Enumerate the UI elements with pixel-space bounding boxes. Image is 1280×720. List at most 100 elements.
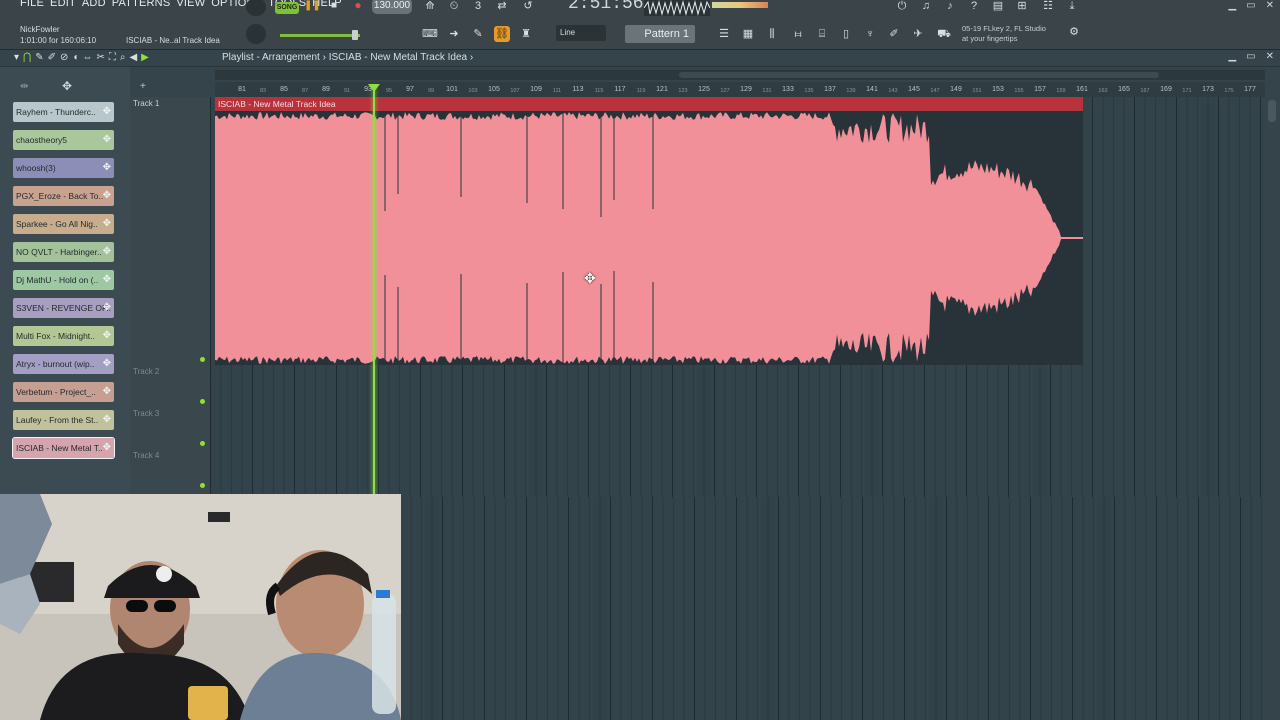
save-icon[interactable]: ▤ bbox=[990, 0, 1006, 14]
pattern-drag-icon[interactable]: ✥ bbox=[103, 326, 111, 346]
track-label[interactable]: Track 1 bbox=[130, 99, 210, 108]
slip-icon[interactable]: ⇔ bbox=[82, 52, 92, 63]
menu-add[interactable]: ADD bbox=[82, 0, 106, 9]
help-icon[interactable]: ? bbox=[966, 0, 982, 14]
download-icon[interactable]: ⤓ bbox=[1064, 0, 1080, 14]
playlist-close-icon[interactable]: ✕ bbox=[1266, 51, 1274, 62]
pattern-item[interactable]: NO QVLT - Harbinger.. ✥ bbox=[13, 242, 114, 262]
pattern-drag-icon[interactable]: ✥ bbox=[103, 270, 111, 290]
menu-view[interactable]: VIEW bbox=[176, 0, 205, 9]
pattern-item[interactable]: whoosh(3) ✥ bbox=[13, 158, 114, 178]
track-label[interactable]: Track 4 bbox=[130, 451, 210, 460]
pattern-drag-icon[interactable]: ✥ bbox=[103, 298, 111, 318]
add-track-icon[interactable]: + bbox=[140, 81, 146, 92]
vertical-scroll-thumb[interactable] bbox=[1268, 100, 1276, 122]
playlist-minimize-icon[interactable]: ▁ bbox=[1228, 51, 1236, 62]
snap-select[interactable]: Line bbox=[556, 25, 606, 41]
cart-icon[interactable]: ⛟ bbox=[936, 26, 952, 42]
pattern-item[interactable]: chaostheory5 ✥ bbox=[13, 130, 114, 150]
menu-patterns[interactable]: PATTERNS bbox=[112, 0, 171, 9]
track-label[interactable]: Track 2 bbox=[130, 367, 210, 376]
speaker-icon[interactable]: ◀ bbox=[129, 52, 137, 63]
mic-icon[interactable]: ♪ bbox=[942, 0, 958, 14]
piano-roll-icon[interactable]: ⌨ bbox=[422, 26, 438, 42]
blend-icon[interactable]: ⇄ bbox=[494, 0, 510, 14]
draw-tool-icon[interactable]: ✐ bbox=[886, 26, 902, 42]
arrow-right-icon[interactable]: ➜ bbox=[446, 26, 462, 42]
audio-icon[interactable]: ♫ bbox=[918, 0, 934, 14]
tempo-display[interactable]: 130.000 bbox=[372, 0, 412, 14]
track-active-led[interactable] bbox=[200, 399, 205, 404]
pattern-item[interactable]: Multi Fox - Midnight.. ✥ bbox=[13, 326, 114, 346]
record-icon[interactable]: ● bbox=[352, 0, 364, 12]
loop-record-icon[interactable]: ↺ bbox=[520, 0, 536, 14]
track-active-led[interactable] bbox=[200, 483, 205, 488]
channel-rack-icon[interactable]: ▦ bbox=[740, 26, 756, 42]
mixer-icon[interactable]: ⊞ bbox=[1014, 0, 1030, 14]
expand-icon[interactable]: ⇹ bbox=[20, 81, 28, 92]
send-icon[interactable]: ✈ bbox=[910, 26, 926, 42]
pattern-drag-icon[interactable]: ✥ bbox=[103, 158, 111, 178]
pattern-drag-icon[interactable]: ✥ bbox=[103, 242, 111, 262]
brush-icon[interactable]: ✎ bbox=[470, 26, 486, 42]
delete-icon[interactable]: ⊘ bbox=[60, 52, 68, 63]
pattern-item[interactable]: ISCIAB - New Metal T.. ✥ bbox=[12, 437, 115, 459]
slice-icon[interactable]: ✂ bbox=[96, 52, 104, 63]
close-icon[interactable]: ✕ bbox=[1266, 0, 1274, 11]
playlist-icon[interactable]: ☰ bbox=[716, 26, 732, 42]
mixer-view-icon[interactable]: ⫼ bbox=[764, 26, 780, 42]
menu-file[interactable]: FILE bbox=[20, 0, 44, 9]
vertical-scrollbar[interactable] bbox=[1265, 82, 1280, 720]
stamp-icon[interactable]: ♜ bbox=[518, 26, 534, 42]
plugin-icon[interactable]: ♆ bbox=[862, 26, 878, 42]
play-icon[interactable]: ▶ bbox=[141, 52, 149, 63]
news-gear-icon[interactable]: ⚙ bbox=[1066, 24, 1082, 40]
master-volume-handle[interactable] bbox=[352, 30, 358, 40]
pattern-drag-icon[interactable]: ✥ bbox=[103, 438, 111, 458]
song-mode-button[interactable]: SONG bbox=[275, 2, 299, 14]
file-icon[interactable]: ▯ bbox=[838, 26, 854, 42]
link-icon[interactable]: ⛓ bbox=[494, 26, 510, 42]
track-label[interactable]: Track 3 bbox=[130, 409, 210, 418]
playhead[interactable] bbox=[373, 86, 375, 496]
mute-icon[interactable]: ◖ bbox=[72, 52, 78, 63]
browser-icon[interactable]: ⌸ bbox=[814, 26, 830, 42]
master-knob-icon[interactable] bbox=[246, 0, 266, 16]
paint-icon[interactable]: ✐ bbox=[48, 52, 56, 63]
maximize-icon[interactable]: ▭ bbox=[1246, 0, 1255, 11]
pattern-item[interactable]: Laufey - From the St.. ✥ bbox=[13, 410, 114, 430]
zoom-icon[interactable]: ⌕ bbox=[120, 52, 126, 63]
menu-arrow-icon[interactable]: ▾ bbox=[14, 52, 19, 63]
master-volume-slider[interactable] bbox=[280, 34, 360, 37]
pattern-item[interactable]: Atryx - burnout (wip.. ✥ bbox=[13, 354, 114, 374]
pattern-drag-icon[interactable]: ✥ bbox=[103, 382, 111, 402]
pattern-drag-icon[interactable]: ✥ bbox=[103, 102, 111, 122]
pattern-item[interactable]: Dj MathU - Hold on (.. ✥ bbox=[13, 270, 114, 290]
pattern-drag-icon[interactable]: ✥ bbox=[103, 130, 111, 150]
minimize-icon[interactable]: ▁ bbox=[1228, 0, 1236, 11]
horizontal-scroll-thumb[interactable] bbox=[679, 72, 1159, 78]
menu-edit[interactable]: EDIT bbox=[50, 0, 76, 9]
pattern-drag-icon[interactable]: ✥ bbox=[103, 186, 111, 206]
track-active-led[interactable] bbox=[200, 441, 205, 446]
wait-icon[interactable]: ⏲ bbox=[446, 0, 462, 14]
chat-icon[interactable]: ☷ bbox=[1040, 0, 1056, 14]
pattern-item[interactable]: PGX_Eroze - Back To.. ✥ bbox=[13, 186, 114, 206]
main-pitch-knob-icon[interactable] bbox=[246, 24, 266, 44]
pattern-drag-icon[interactable]: ✥ bbox=[103, 410, 111, 430]
stop-icon[interactable]: ■ bbox=[328, 0, 340, 12]
audio-clip[interactable]: ISCIAB - New Metal Track Idea bbox=[215, 97, 1083, 365]
track-active-led[interactable] bbox=[200, 357, 205, 362]
playlist-maximize-icon[interactable]: ▭ bbox=[1246, 51, 1255, 62]
song-clock[interactable]: 2:51:56 bbox=[568, 0, 644, 14]
move-icon[interactable]: ✥ bbox=[62, 79, 72, 93]
pattern-drag-icon[interactable]: ✥ bbox=[103, 354, 111, 374]
pattern-item[interactable]: Rayhem - Thunderc.. ✥ bbox=[13, 102, 114, 122]
pattern-selector[interactable]: Pattern 1 bbox=[625, 25, 695, 43]
pattern-item[interactable]: S3VEN - REVENGE OF.. ✥ bbox=[13, 298, 114, 318]
pattern-item[interactable]: Sparkee - Go All Nig.. ✥ bbox=[13, 214, 114, 234]
clip-title[interactable]: ISCIAB - New Metal Track Idea bbox=[215, 97, 1083, 111]
metronome-icon[interactable]: ⟰ bbox=[422, 0, 438, 14]
magnet-icon[interactable]: ⋂ bbox=[23, 52, 31, 63]
sliders-icon[interactable]: ⧦ bbox=[790, 26, 806, 42]
